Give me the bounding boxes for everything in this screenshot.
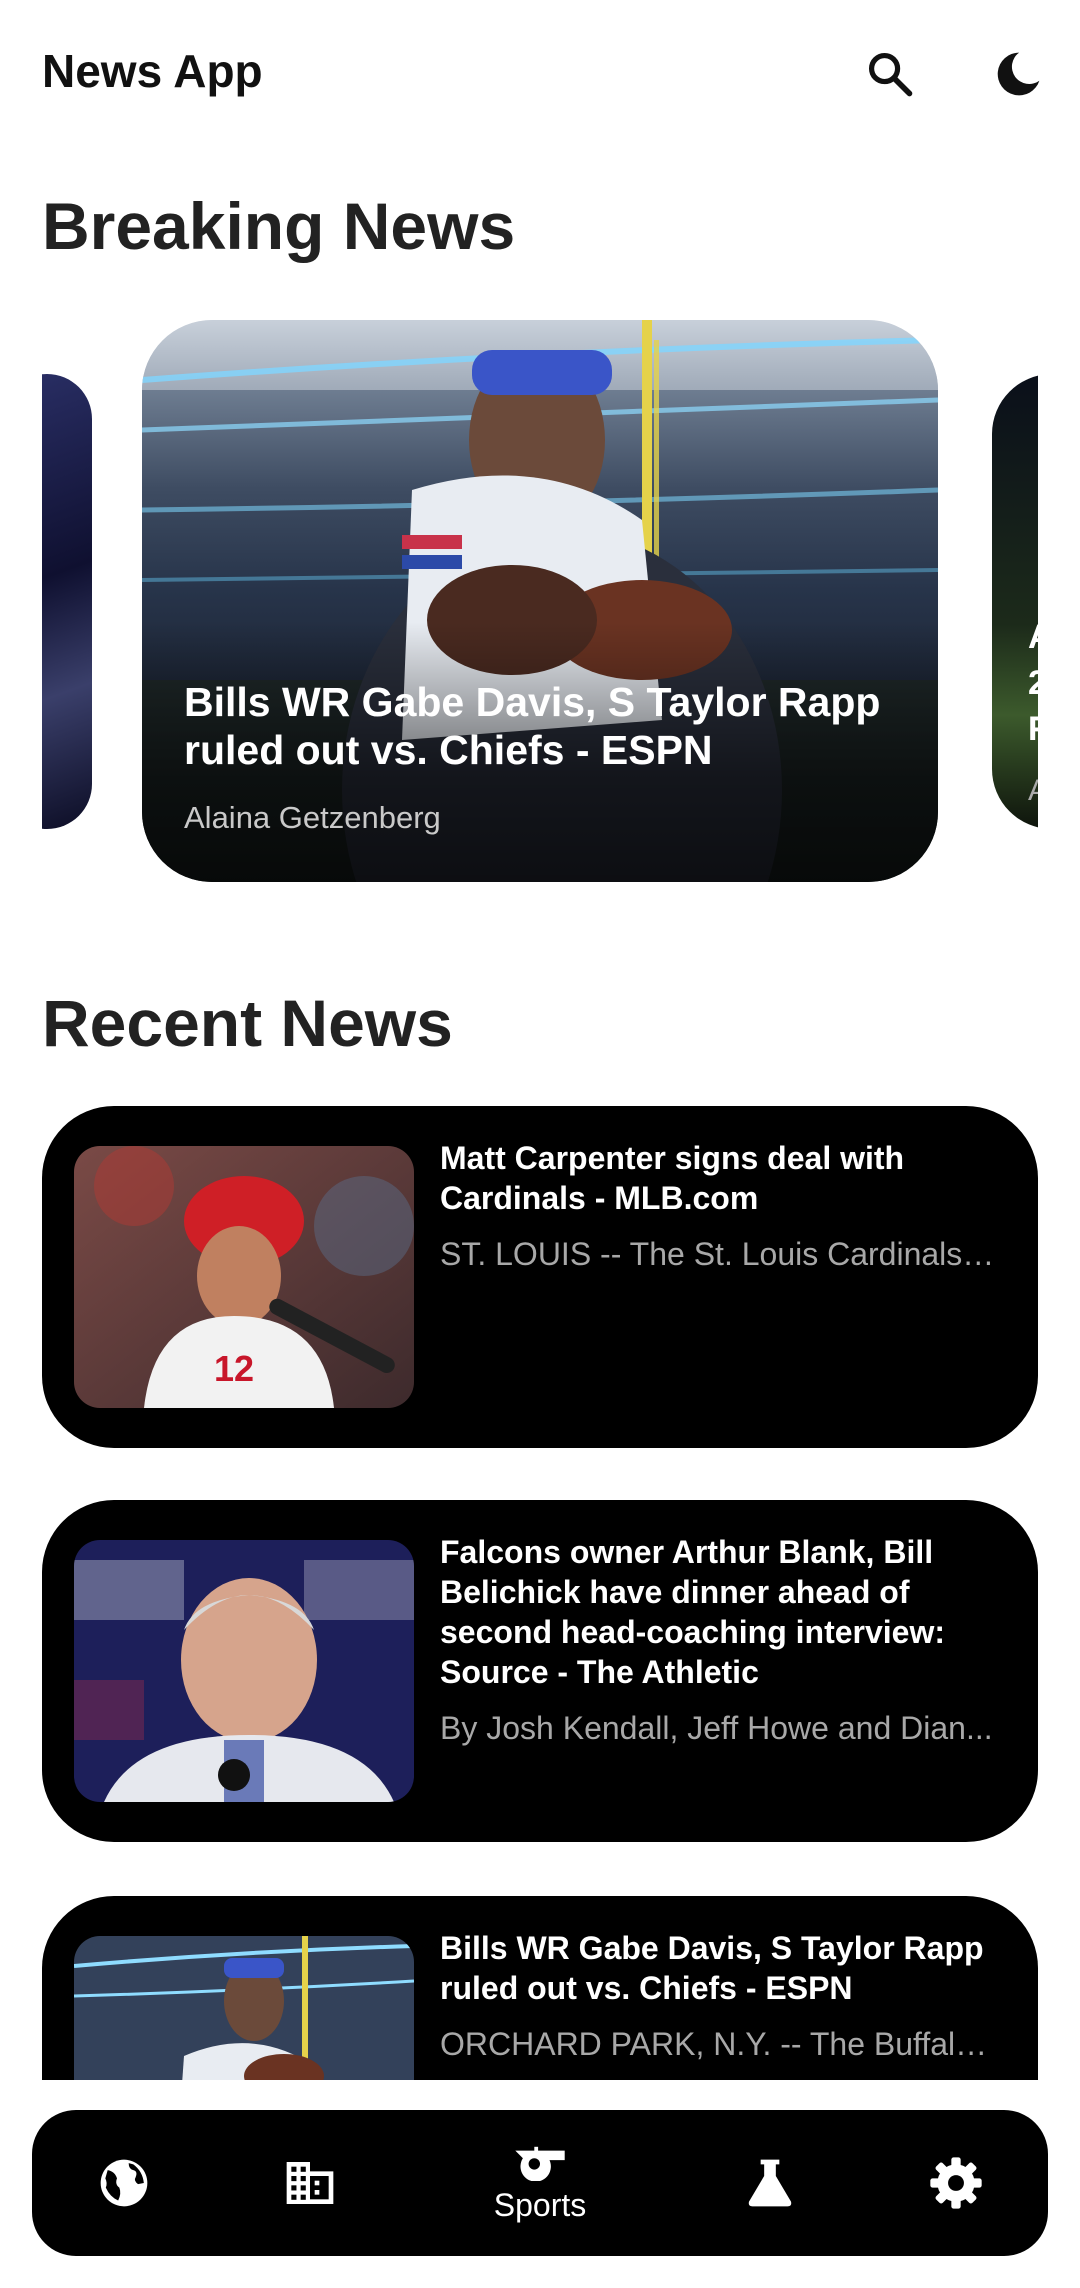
dark-mode-moon-icon	[997, 52, 1040, 96]
carousel-card-current[interactable]: Bills WR Gabe Davis, S Taylor Rapp ruled…	[142, 320, 938, 882]
nav-label-sports: Sports	[493, 2186, 587, 2223]
theme-toggle-button[interactable]	[980, 36, 1056, 112]
next-card-headline-line3: F	[1028, 706, 1038, 752]
news-thumbnail	[74, 1540, 414, 1802]
nav-item-settings[interactable]	[896, 2110, 1016, 2256]
news-headline: Bills WR Gabe Davis, S Taylor Rapp ruled…	[440, 1930, 984, 2006]
business-building-icon	[286, 2162, 334, 2204]
breaking-news-heading: Breaking News	[42, 189, 516, 263]
news-list-item[interactable]: Falcons owner Arthur Blank, Bill Belichi…	[42, 1500, 1038, 1842]
news-list-item[interactable]: Bills WR Gabe Davis, S Taylor Rapp ruled…	[42, 1896, 1038, 2080]
news-summary: ST. LOUIS -- The St. Louis Cardinals a..…	[440, 1236, 1002, 1272]
next-card-headline-line1: A	[1028, 614, 1038, 660]
news-headline: Matt Carpenter signs deal with Cardinals…	[440, 1140, 905, 1216]
carousel-card-next[interactable]: A 2 F A	[992, 374, 1038, 829]
news-thumbnail: 12	[74, 1146, 414, 1408]
news-summary: By Josh Kendall, Jeff Howe and Dian...	[440, 1710, 993, 1746]
app-bar: News App	[0, 0, 1080, 150]
nav-item-world[interactable]	[64, 2110, 184, 2256]
next-card-author: A	[1028, 774, 1038, 808]
nav-item-sports[interactable]: Sports	[480, 2110, 600, 2256]
bottom-navigation-bar: Sports	[32, 2110, 1048, 2256]
news-headline: Falcons owner Arthur Blank, Bill Belichi…	[440, 1534, 945, 1690]
news-summary: ORCHARD PARK, N.Y. -- The Buffalo ...	[440, 2026, 1002, 2062]
breaking-news-carousel[interactable]: Bills WR Gabe Davis, S Taylor Rapp ruled…	[42, 320, 1038, 882]
news-thumbnail	[74, 1936, 414, 2080]
breaking-card-headline: Bills WR Gabe Davis, S Taylor Rapp ruled…	[184, 679, 881, 773]
globe-icon	[100, 2159, 148, 2207]
next-card-headline-line2: 2	[1028, 664, 1038, 702]
news-list-item[interactable]: 12 Matt Carpenter signs deal with Cardin…	[42, 1106, 1038, 1448]
svg-text:12: 12	[214, 1348, 254, 1389]
nav-item-business[interactable]	[250, 2110, 370, 2256]
scroll-viewport-bottom: Bills WR Gabe Davis, S Taylor Rapp ruled…	[0, 1860, 1080, 2080]
search-icon	[868, 52, 913, 97]
search-button[interactable]	[852, 36, 928, 112]
recent-news-heading: Recent News	[42, 986, 453, 1060]
settings-gear-icon	[930, 2157, 982, 2209]
nav-item-science[interactable]	[710, 2110, 830, 2256]
carousel-card-previous[interactable]	[42, 374, 92, 829]
breaking-card-author: Alaina Getzenberg	[184, 800, 441, 835]
sports-whistle-icon	[515, 2146, 565, 2181]
app-title: News App	[42, 45, 263, 97]
science-flask-icon	[748, 2159, 792, 2207]
